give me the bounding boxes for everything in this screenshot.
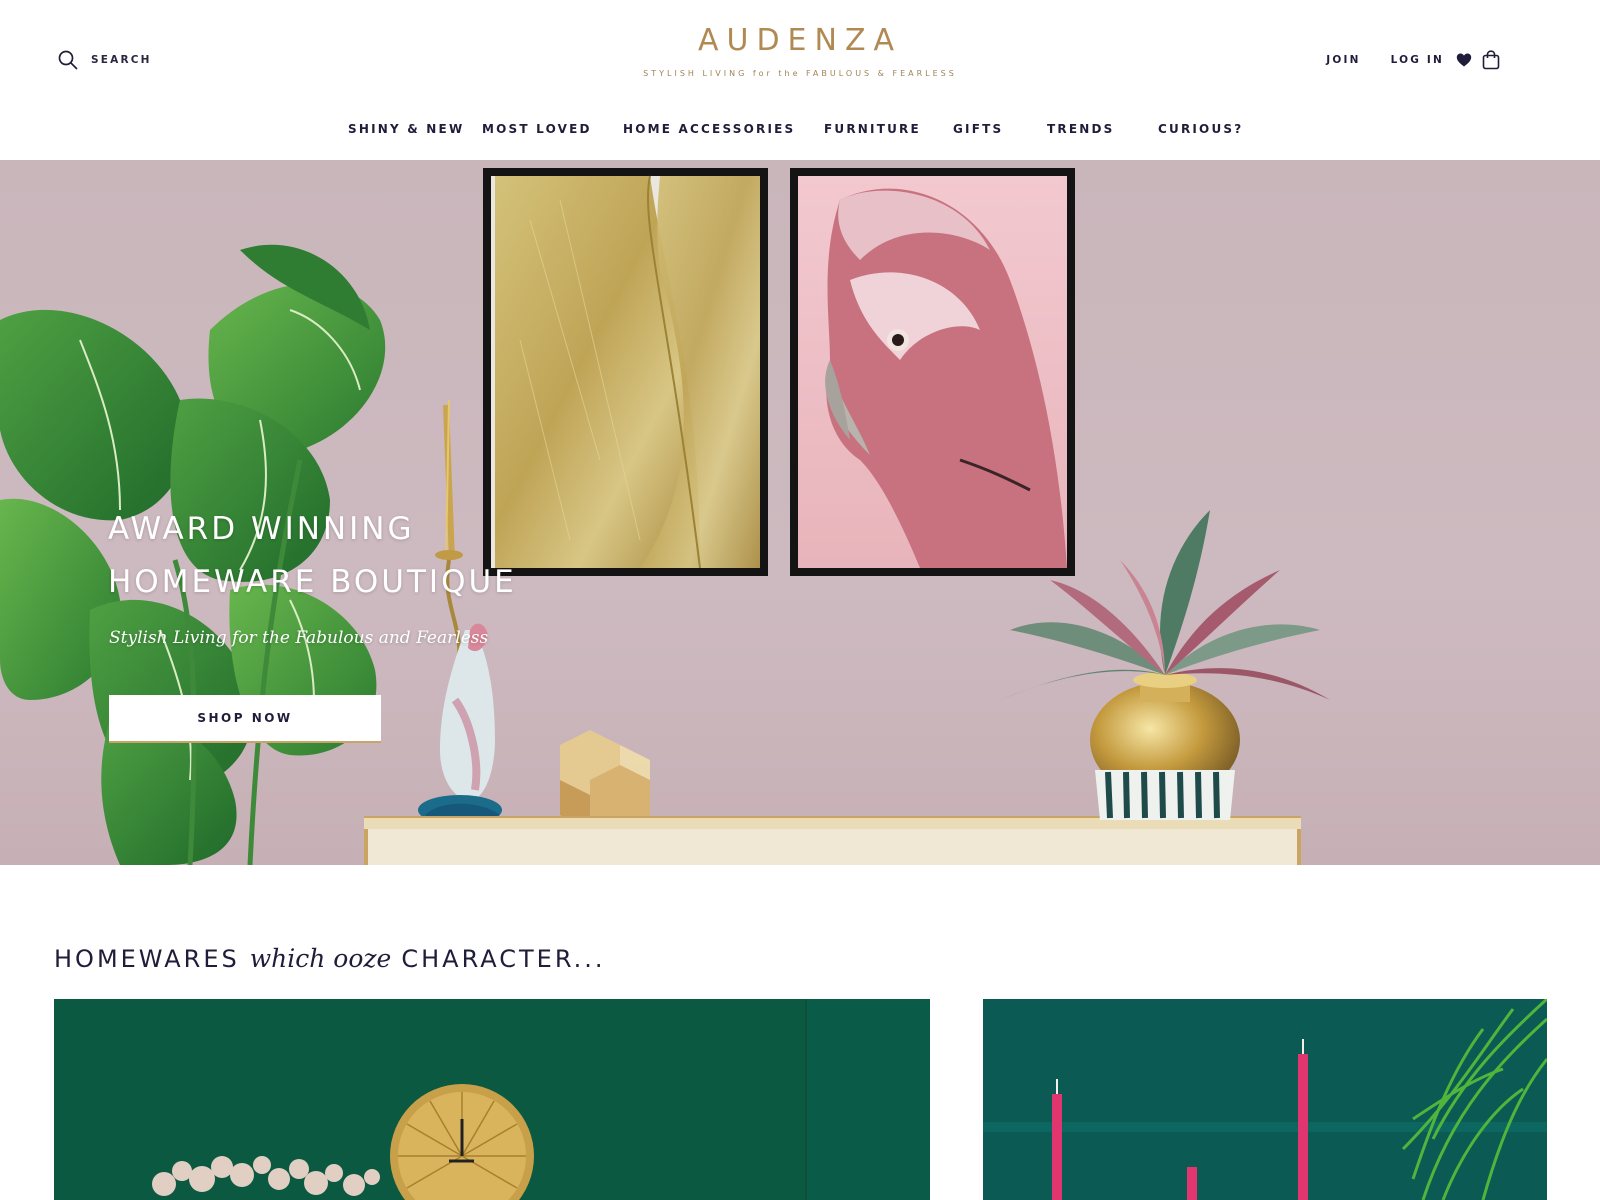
- section-title-italic: which ooze: [249, 944, 392, 973]
- login-link[interactable]: LOG IN: [1391, 54, 1444, 66]
- heart-icon[interactable]: [1456, 52, 1472, 68]
- nav-item-gifts[interactable]: GIFTS: [953, 122, 1003, 136]
- nav-item-trends[interactable]: TRENDS: [1047, 122, 1114, 136]
- search-label: SEARCH: [91, 54, 152, 66]
- site-header: SEARCH AUDENZA STYLISH LIVING for the FA…: [0, 0, 1600, 160]
- hero-title-line-1: AWARD WINNING: [108, 511, 415, 547]
- nav-item-furniture[interactable]: FURNITURE: [824, 122, 921, 136]
- nav-item-curious[interactable]: CURIOUS?: [1158, 122, 1243, 136]
- site-logo[interactable]: AUDENZA STYLISH LIVING for the FABULOUS …: [560, 23, 1040, 79]
- account-links: JOIN LOG IN: [1326, 50, 1500, 70]
- join-link[interactable]: JOIN: [1326, 54, 1360, 66]
- section-title: HOMEWARES which ooze CHARACTER...: [54, 944, 606, 973]
- hero-title: AWARD WINNING HOMEWARE BOUTIQUE: [108, 503, 517, 609]
- nav-item-shiny-new[interactable]: SHINY & NEW: [348, 122, 464, 136]
- section-title-part-1: HOMEWARES: [54, 945, 240, 973]
- shopping-bag-icon[interactable]: [1482, 50, 1500, 70]
- nav-item-most-loved[interactable]: MOST LOVED: [482, 122, 592, 136]
- hero-banner: AWARD WINNING HOMEWARE BOUTIQUE Stylish …: [0, 160, 1600, 865]
- hero-title-line-2: HOMEWARE BOUTIQUE: [108, 564, 517, 600]
- category-image-clock: [54, 999, 930, 1200]
- category-card-left[interactable]: [54, 999, 930, 1200]
- shop-now-button[interactable]: SHOP NOW: [109, 695, 381, 743]
- section-title-part-2: CHARACTER...: [401, 945, 606, 973]
- logo-tagline: STYLISH LIVING for the FABULOUS & FEARLE…: [643, 69, 957, 78]
- nav-item-home-accessories[interactable]: HOME ACCESSORIES: [623, 122, 795, 136]
- hero-subtitle: Stylish Living for the Fabulous and Fear…: [109, 628, 489, 648]
- category-image-candles: [983, 999, 1547, 1200]
- category-card-right[interactable]: [983, 999, 1547, 1200]
- search-icon: [58, 50, 78, 70]
- main-navigation: SHINY & NEW MOST LOVED HOME ACCESSORIES …: [0, 122, 1600, 144]
- logo-wordmark: AUDENZA: [697, 23, 903, 58]
- search-button[interactable]: SEARCH: [58, 50, 152, 70]
